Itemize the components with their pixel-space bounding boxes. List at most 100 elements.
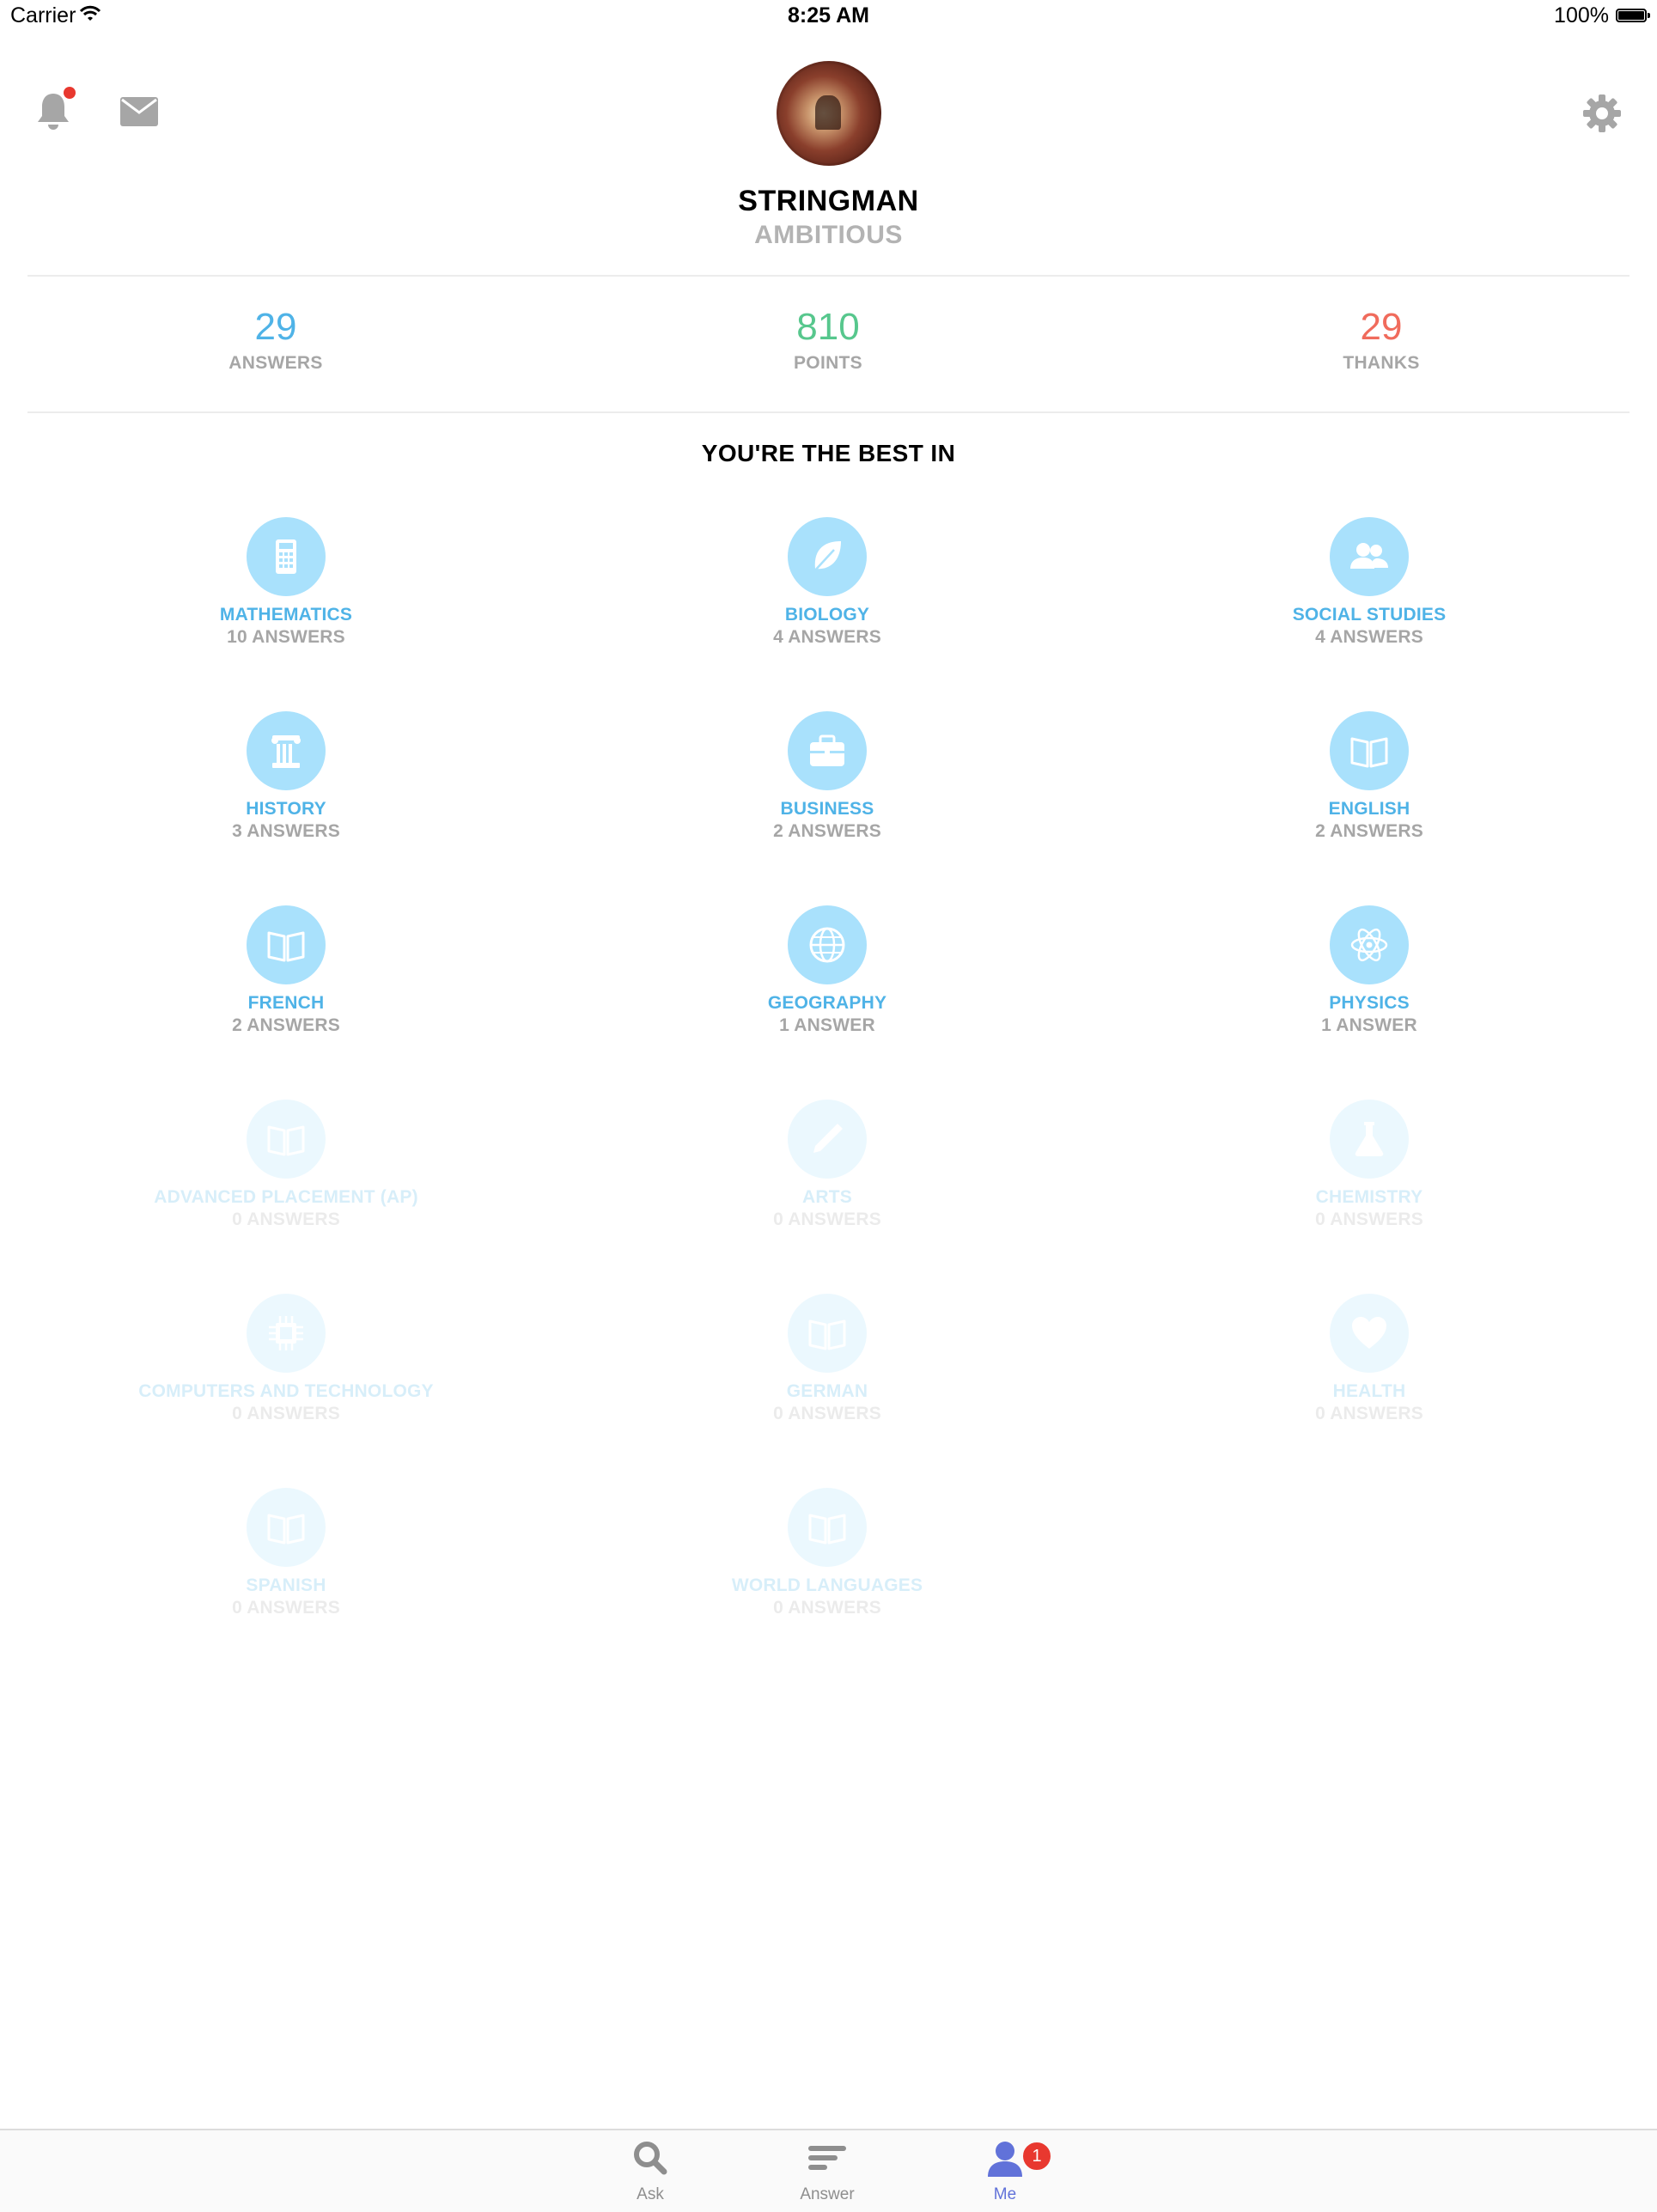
search-icon [603, 2137, 698, 2182]
calculator-icon [247, 517, 326, 596]
subject-answer-count: 0 ANSWERS [773, 1598, 881, 1618]
notifications-bell-icon[interactable] [34, 87, 76, 136]
subject-item[interactable]: COMPUTERS AND TECHNOLOGY 0 ANSWERS [106, 1294, 466, 1425]
column-icon [247, 711, 326, 790]
subject-name: GEOGRAPHY [767, 993, 887, 1013]
tab-me-label: Me [993, 2185, 1017, 2203]
subject-answer-count: 4 ANSWERS [773, 627, 881, 647]
book-icon [247, 1100, 326, 1179]
subject-name: COMPUTERS AND TECHNOLOGY [138, 1381, 434, 1401]
lines-icon [780, 2137, 874, 2182]
subject-answer-count: 1 ANSWER [779, 1015, 875, 1035]
subject-name: CHEMISTRY [1315, 1187, 1423, 1207]
status-bar: Carrier 8:25 AM 100% [0, 0, 1657, 34]
tab-ask[interactable]: Ask [603, 2137, 698, 2204]
subject-answer-count: 0 ANSWERS [232, 1210, 340, 1229]
subject-name: GERMAN [786, 1381, 868, 1401]
tab-me[interactable]: 1 Me [958, 2137, 1052, 2204]
points-label: POINTS [794, 353, 862, 373]
book-icon [247, 905, 326, 984]
subject-answer-count: 3 ANSWERS [232, 821, 340, 841]
subject-item[interactable]: SPANISH 0 ANSWERS [106, 1488, 466, 1619]
user-icon: 1 [958, 2137, 1052, 2182]
notification-badge: 1 [1021, 2141, 1052, 2172]
battery-percent: 100% [1554, 3, 1609, 27]
avatar[interactable] [777, 61, 881, 166]
subject-answer-count: 0 ANSWERS [773, 1210, 881, 1229]
subject-answer-count: 0 ANSWERS [773, 1404, 881, 1423]
subject-item[interactable]: ARTS 0 ANSWERS [647, 1100, 1008, 1231]
subject-name: BUSINESS [780, 799, 874, 819]
subject-item[interactable]: ADVANCED PLACEMENT (AP) 0 ANSWERS [106, 1100, 466, 1231]
tab-bar: Ask Answer 1 Me [0, 2129, 1657, 2212]
subject-name: ENGLISH [1328, 799, 1410, 819]
clock: 8:25 AM [788, 3, 869, 27]
subject-item[interactable]: ENGLISH 2 ANSWERS [1189, 711, 1550, 843]
tab-answer-label: Answer [800, 2185, 855, 2203]
subject-answer-count: 10 ANSWERS [227, 627, 345, 647]
thanks-count: 29 [1360, 306, 1403, 348]
subject-answer-count: 1 ANSWER [1321, 1015, 1417, 1035]
thanks-label: THANKS [1343, 353, 1420, 373]
subject-name: WORLD LANGUAGES [731, 1575, 923, 1595]
subject-answer-count: 2 ANSWERS [232, 1015, 340, 1035]
subject-name: MATHEMATICS [219, 605, 353, 625]
book-icon [247, 1488, 326, 1567]
subject-name: PHYSICS [1329, 993, 1410, 1013]
subject-item[interactable]: CHEMISTRY 0 ANSWERS [1189, 1100, 1550, 1231]
stat-answers: 29 ANSWERS [147, 305, 405, 374]
book-icon [788, 1294, 867, 1373]
username: STRINGMAN [738, 185, 919, 217]
subject-item[interactable]: WORLD LANGUAGES 0 ANSWERS [647, 1488, 1008, 1619]
subject-answer-count: 2 ANSWERS [1315, 821, 1423, 841]
briefcase-icon [788, 711, 867, 790]
subject-answer-count: 0 ANSWERS [1315, 1210, 1423, 1229]
subject-name: SPANISH [246, 1575, 326, 1595]
subject-name: FRENCH [247, 993, 325, 1013]
divider [27, 411, 1630, 413]
globe-icon [788, 905, 867, 984]
answers-count: 29 [254, 306, 297, 348]
pencil-icon [788, 1100, 867, 1179]
subject-name: SOCIAL STUDIES [1292, 605, 1447, 625]
subject-name: ARTS [802, 1187, 852, 1207]
divider [27, 275, 1630, 277]
subject-answer-count: 0 ANSWERS [232, 1598, 340, 1618]
flask-icon [1330, 1100, 1409, 1179]
subject-item[interactable]: BUSINESS 2 ANSWERS [647, 711, 1008, 843]
mail-icon[interactable] [120, 97, 158, 131]
subject-item[interactable]: GERMAN 0 ANSWERS [647, 1294, 1008, 1425]
section-title: YOU'RE THE BEST IN [701, 440, 956, 466]
tab-answer[interactable]: Answer [780, 2137, 874, 2204]
subject-name: ADVANCED PLACEMENT (AP) [154, 1187, 418, 1207]
tab-ask-label: Ask [637, 2185, 664, 2203]
points-count: 810 [796, 306, 860, 348]
subject-answer-count: 0 ANSWERS [232, 1404, 340, 1423]
subject-name: HEALTH [1332, 1381, 1406, 1401]
subject-item[interactable]: MATHEMATICS 10 ANSWERS [106, 517, 466, 649]
subject-item[interactable]: BIOLOGY 4 ANSWERS [647, 517, 1008, 649]
subject-answer-count: 4 ANSWERS [1315, 627, 1423, 647]
answers-label: ANSWERS [228, 353, 323, 373]
stat-points: 810 POINTS [699, 305, 957, 374]
subject-item[interactable]: SOCIAL STUDIES 4 ANSWERS [1189, 517, 1550, 649]
subject-name: HISTORY [246, 799, 326, 819]
atom-icon [1330, 905, 1409, 984]
subject-item[interactable]: FRENCH 2 ANSWERS [106, 905, 466, 1037]
user-rank: AMBITIOUS [754, 221, 903, 249]
subject-item[interactable]: HEALTH 0 ANSWERS [1189, 1294, 1550, 1425]
book-icon [788, 1488, 867, 1567]
subject-name: BIOLOGY [784, 605, 870, 625]
subject-answer-count: 2 ANSWERS [773, 821, 881, 841]
subject-answer-count: 0 ANSWERS [1315, 1404, 1423, 1423]
book-icon [1330, 711, 1409, 790]
notification-dot [64, 87, 76, 99]
heart-icon [1330, 1294, 1409, 1373]
subject-item[interactable]: PHYSICS 1 ANSWER [1189, 905, 1550, 1037]
settings-gear-icon[interactable] [1583, 94, 1621, 137]
subject-item[interactable]: GEOGRAPHY 1 ANSWER [647, 905, 1008, 1037]
subject-item[interactable]: HISTORY 3 ANSWERS [106, 711, 466, 843]
people-icon [1330, 517, 1409, 596]
chip-icon [247, 1294, 326, 1373]
leaf-icon [788, 517, 867, 596]
